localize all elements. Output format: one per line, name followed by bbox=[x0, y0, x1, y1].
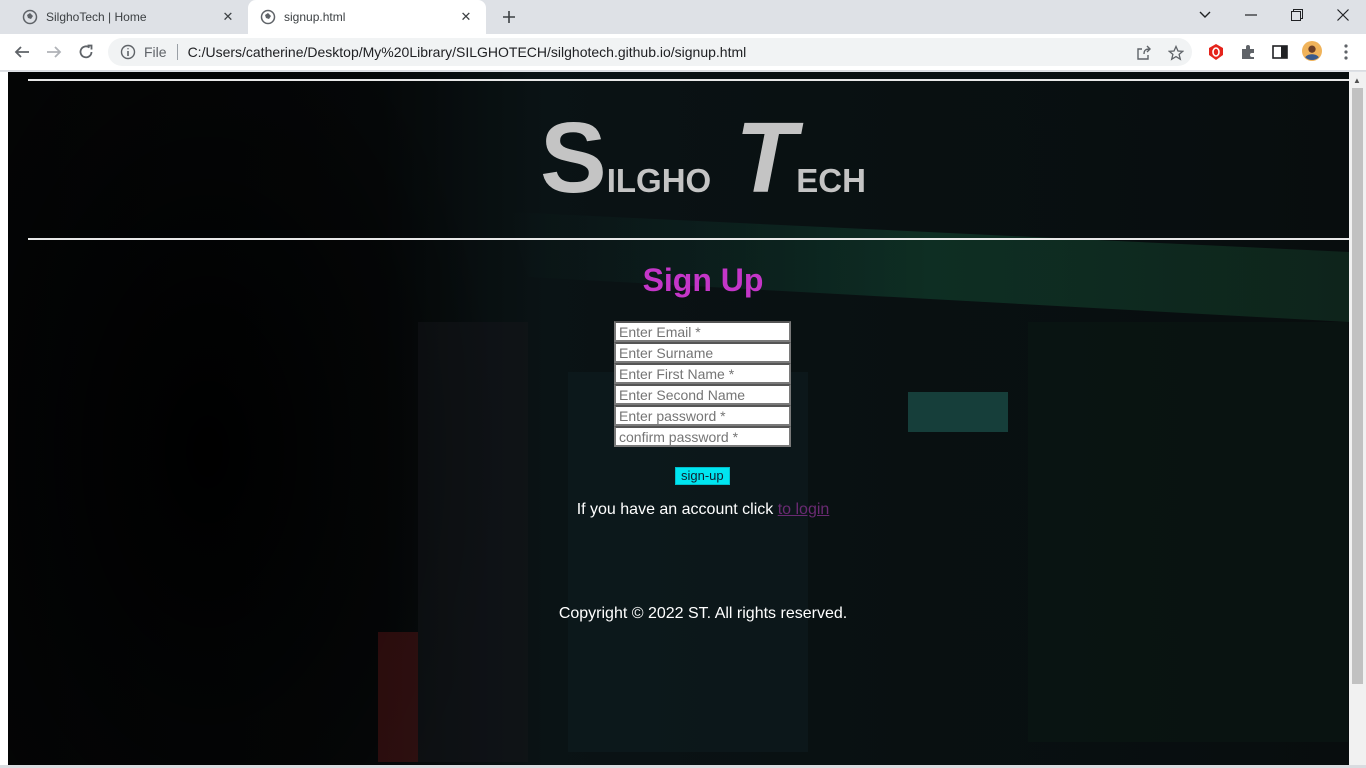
surname-field[interactable] bbox=[614, 342, 791, 363]
arrow-right-icon bbox=[47, 46, 62, 58]
confirm-password-field[interactable] bbox=[614, 426, 791, 447]
logo-letter-s: S bbox=[540, 102, 607, 214]
forward-button[interactable] bbox=[41, 39, 67, 65]
url-text[interactable]: C:/Users/catherine/Desktop/My%20Library/… bbox=[188, 44, 1192, 60]
minimize-icon bbox=[1245, 14, 1257, 16]
logo-text-ilgho: ILGHO bbox=[606, 162, 712, 199]
login-prompt: If you have an account click to login bbox=[8, 501, 1366, 519]
site-logo: SILGHO TECH bbox=[8, 108, 1366, 208]
adblock-extension-icon[interactable] bbox=[1206, 42, 1226, 62]
chevron-down-icon bbox=[1199, 11, 1211, 18]
vertical-scrollbar[interactable]: ▲ bbox=[1349, 72, 1366, 765]
avatar[interactable] bbox=[1302, 41, 1322, 61]
scheme-label: File bbox=[144, 44, 167, 60]
tab-title: signup.html bbox=[284, 10, 346, 24]
side-panel-icon[interactable] bbox=[1270, 42, 1290, 62]
puzzle-icon[interactable] bbox=[1238, 42, 1258, 62]
login-prompt-text: If you have an account click bbox=[576, 501, 774, 518]
signup-form bbox=[614, 321, 791, 447]
second-name-field[interactable] bbox=[614, 384, 791, 405]
copyright-footer: Copyright © 2022 ST. All rights reserved… bbox=[558, 605, 848, 622]
back-button[interactable] bbox=[9, 39, 35, 65]
hero-background: SILGHO TECH Sign Up sign-up If you have a… bbox=[8, 72, 1349, 765]
logo-text-ech: ECH bbox=[796, 162, 866, 199]
restore-button[interactable] bbox=[1274, 0, 1320, 30]
close-icon bbox=[1337, 9, 1349, 21]
plus-icon bbox=[503, 11, 515, 23]
kebab-menu-icon[interactable] bbox=[1336, 42, 1356, 62]
info-icon[interactable] bbox=[120, 44, 136, 60]
close-icon[interactable]: ✕ bbox=[456, 7, 476, 27]
minimize-button[interactable] bbox=[1228, 0, 1274, 30]
email-field[interactable] bbox=[614, 321, 791, 342]
page-title: Sign Up bbox=[642, 262, 764, 298]
login-link[interactable]: to login bbox=[778, 501, 830, 518]
globe-icon bbox=[22, 9, 38, 25]
close-window-button[interactable] bbox=[1320, 0, 1366, 30]
globe-icon bbox=[260, 9, 276, 25]
share-icon[interactable] bbox=[1136, 45, 1152, 61]
reload-icon bbox=[79, 44, 93, 59]
star-icon[interactable] bbox=[1168, 45, 1184, 61]
scrollbar-thumb[interactable] bbox=[1352, 88, 1363, 684]
logo-letter-t: T bbox=[735, 102, 797, 214]
scroll-up-icon[interactable]: ▲ bbox=[1353, 76, 1361, 85]
page-viewport: SILGHOTECH Sign Up sign-up If you have a… bbox=[0, 72, 1366, 765]
first-name-field[interactable] bbox=[614, 363, 791, 384]
reload-button[interactable] bbox=[73, 39, 99, 65]
tab-strip: SilghoTech | Home ✕ signup.html ✕ bbox=[0, 0, 1366, 34]
arrow-left-icon bbox=[14, 46, 29, 58]
browser-toolbar: File C:/Users/catherine/Desktop/My%20Lib… bbox=[0, 34, 1366, 71]
top-divider bbox=[28, 79, 1349, 81]
signup-button[interactable]: sign-up bbox=[675, 467, 730, 485]
tab-signup[interactable]: signup.html ✕ bbox=[248, 0, 486, 34]
header-divider bbox=[28, 238, 1349, 240]
close-icon[interactable]: ✕ bbox=[218, 7, 238, 27]
address-bar[interactable]: File C:/Users/catherine/Desktop/My%20Lib… bbox=[108, 38, 1192, 66]
restore-icon bbox=[1291, 9, 1303, 21]
new-tab-button[interactable] bbox=[498, 6, 520, 28]
tab-search-button[interactable] bbox=[1182, 0, 1228, 30]
password-field[interactable] bbox=[614, 405, 791, 426]
tab-home[interactable]: SilghoTech | Home ✕ bbox=[8, 0, 248, 34]
tab-title: SilghoTech | Home bbox=[46, 10, 147, 24]
divider bbox=[176, 44, 178, 60]
